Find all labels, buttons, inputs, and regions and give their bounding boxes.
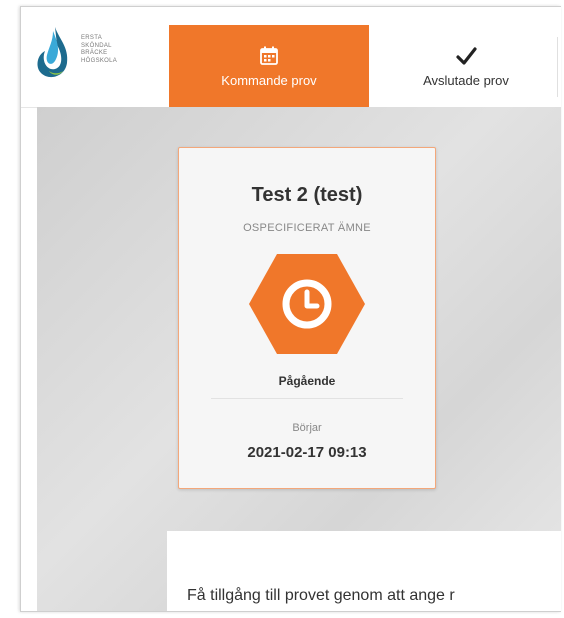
- main-content: Test 2 (test) OSPECIFICERAT ÄMNE Pågåend…: [37, 107, 561, 611]
- start-datetime: 2021-02-17 09:13: [247, 444, 367, 461]
- exam-title: Test 2 (test): [251, 184, 363, 206]
- app-window: ERSTA SKÖNDAL BRÄCKE HÖGSKOLA Kommande p…: [20, 6, 561, 612]
- tab-divider: [557, 37, 558, 97]
- start-label: Börjar: [292, 422, 322, 434]
- logo-text: ERSTA SKÖNDAL BRÄCKE HÖGSKOLA: [81, 35, 118, 64]
- calendar-icon: [260, 46, 278, 65]
- exam-subject: OSPECIFICERAT ÄMNE: [243, 222, 371, 234]
- logo-icon: [37, 27, 68, 78]
- access-instructions: Få tillgång till provet genom att ange r: [187, 587, 455, 604]
- clock-icon: [249, 254, 365, 354]
- exam-card[interactable]: Test 2 (test) OSPECIFICERAT ÄMNE Pågåend…: [178, 147, 436, 489]
- exam-status: Pågående: [278, 374, 336, 388]
- card-divider: [211, 398, 403, 399]
- checkmark-icon: [456, 46, 477, 65]
- tab-upcoming-exams[interactable]: Kommande prov: [169, 25, 369, 107]
- top-navigation: ERSTA SKÖNDAL BRÄCKE HÖGSKOLA Kommande p…: [21, 7, 561, 108]
- tab-completed-exams[interactable]: Avslutade prov: [391, 25, 541, 107]
- tab-label: Kommande prov: [221, 72, 317, 88]
- tab-label: Avslutade prov: [423, 72, 509, 88]
